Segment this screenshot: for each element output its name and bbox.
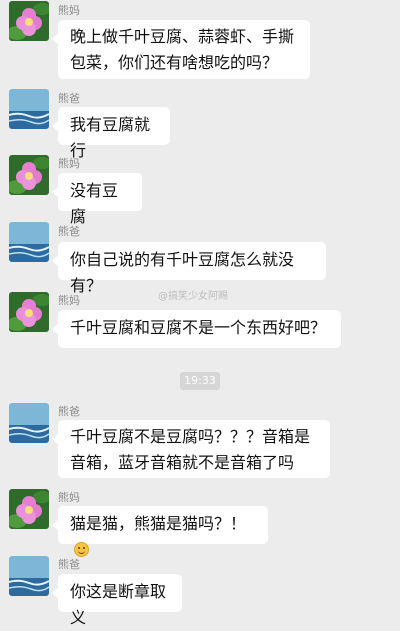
sender-name: 熊爸 [58,558,80,571]
message-bubble[interactable]: 千叶豆腐不是豆腐吗？？？音箱是音箱，蓝牙音箱就不是音箱了吗 [52,420,330,478]
message-bubble[interactable]: 我有豆腐就行 [52,107,170,160]
sea-avatar-icon [9,403,49,443]
flower-avatar-icon [9,155,49,195]
avatar-mom[interactable] [9,155,49,195]
avatar-dad[interactable] [9,222,49,262]
smile-emoji-icon [74,542,89,557]
sender-name: 熊妈 [58,294,80,307]
sender-name: 熊妈 [58,4,80,17]
watermark: @搞笑少女阿赐 [158,291,228,302]
avatar-mom[interactable] [9,489,49,529]
timestamp: 19:33 [180,372,220,390]
message-bubble[interactable]: 千叶豆腐和豆腐不是一个东西好吧？ [52,310,341,348]
sea-avatar-icon [9,222,49,262]
sender-name: 熊妈 [58,157,80,170]
flower-avatar-icon [9,489,49,529]
message-bubble[interactable]: 你自己说的有千叶豆腐怎么就没有？ [52,242,326,295]
message-bubble[interactable]: 你这是断章取义 [52,574,182,627]
sender-name: 熊爸 [58,405,80,418]
message-text: 猫是猫，熊猫是猫吗？！ [70,514,247,533]
avatar-mom[interactable] [9,1,49,41]
sender-name: 熊妈 [58,491,80,504]
avatar-dad[interactable] [9,556,49,596]
message-bubble[interactable]: 晚上做千叶豆腐、蒜蓉虾、手撕包菜，你们还有啥想吃的吗？ [52,20,310,79]
avatar-dad[interactable] [9,403,49,443]
sea-avatar-icon [9,556,49,596]
flower-avatar-icon [9,1,49,41]
avatar-dad[interactable] [9,89,49,129]
message-bubble[interactable]: 没有豆腐 [52,173,142,226]
flower-avatar-icon [9,292,49,332]
sender-name: 熊爸 [58,92,80,105]
avatar-mom[interactable] [9,292,49,332]
sea-avatar-icon [9,89,49,129]
sender-name: 熊爸 [58,225,80,238]
message-bubble[interactable]: 猫是猫，熊猫是猫吗？！ [52,506,268,557]
